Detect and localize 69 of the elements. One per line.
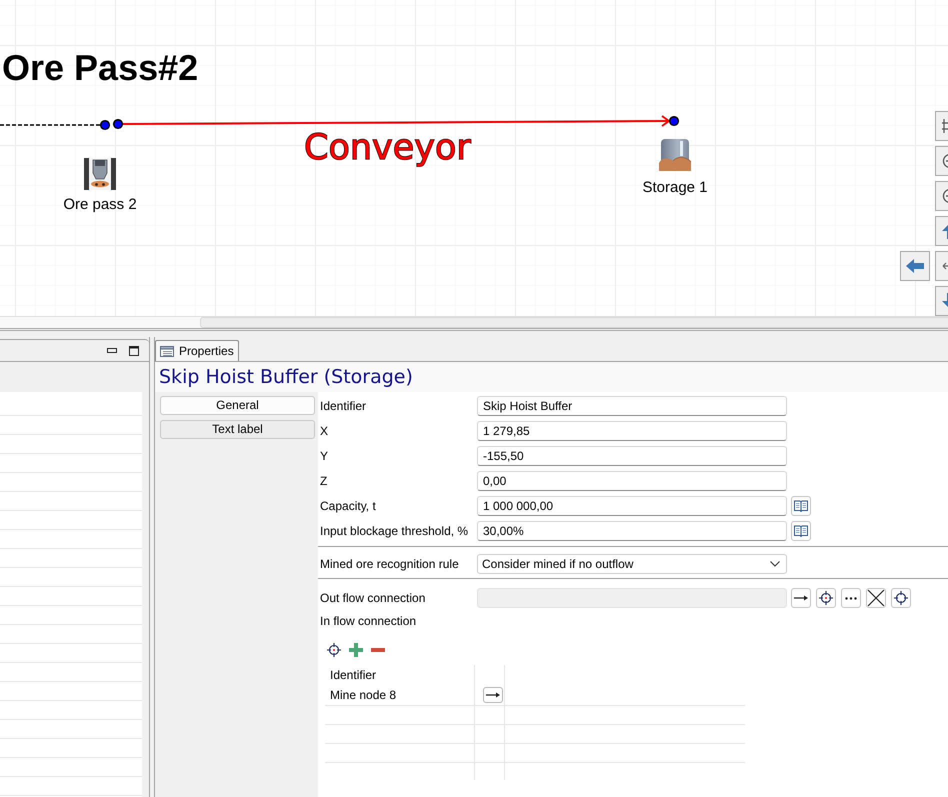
connector-label: Conveyor: [304, 127, 471, 169]
pan-left-button[interactable]: [900, 251, 930, 281]
zoom-out-icon: [942, 188, 948, 204]
arrow-right-icon: [486, 692, 500, 698]
text-field[interactable]: 0,00: [477, 471, 787, 491]
text-field[interactable]: Skip Hoist Buffer: [477, 396, 787, 416]
minus-icon: [371, 648, 385, 652]
diagram-title: Ore Pass#2: [2, 47, 198, 89]
arrow-up-icon: [942, 223, 948, 239]
toolbar-button[interactable]: [935, 146, 948, 176]
cross-icon: [867, 589, 885, 607]
book-icon: [794, 500, 808, 512]
panel-tab[interactable]: Properties: [155, 340, 239, 361]
endpoint-icon: [668, 116, 680, 126]
zoom-out-icon: [942, 153, 948, 169]
book-icon: [794, 525, 808, 537]
endpoint-icon: [100, 120, 110, 130]
browse-button[interactable]: [841, 588, 861, 608]
go-to-button[interactable]: [791, 588, 811, 608]
clear-button[interactable]: [866, 588, 886, 608]
table-cell: Mine node 8: [325, 685, 475, 706]
toolbar-button[interactable]: [935, 216, 948, 246]
field-label: Mined ore recognition rule: [319, 557, 460, 571]
table-icon: [160, 346, 174, 356]
field-label: Capacity, t: [319, 499, 377, 513]
minimize-icon[interactable]: [107, 348, 117, 353]
toolbar-button[interactable]: [935, 251, 948, 281]
section-tab[interactable]: General: [160, 396, 315, 415]
field-label: Input blockage threshold, %: [319, 524, 470, 538]
grid-icon: [942, 118, 948, 134]
locate-button[interactable]: [891, 588, 911, 608]
node-label: Ore pass 2: [63, 196, 137, 213]
pick-button[interactable]: [327, 643, 341, 657]
section-tab[interactable]: Text label: [160, 420, 315, 439]
arrow-down-icon: [942, 293, 948, 309]
node-label: Storage 1: [642, 179, 708, 196]
field-label: Z: [319, 474, 328, 488]
text-field[interactable]: -155,50: [477, 446, 787, 466]
plus-icon: [349, 643, 363, 657]
arrow-right-icon: [794, 595, 808, 601]
target-icon: [819, 591, 833, 605]
field-label: X: [319, 424, 330, 438]
arrow-left-icon: [906, 259, 924, 273]
go-to-button[interactable]: [483, 687, 503, 703]
toolbar-button[interactable]: [935, 111, 948, 141]
toolbar-button[interactable]: [935, 181, 948, 211]
text-field[interactable]: 30,00%: [477, 521, 787, 541]
target-icon: [327, 643, 341, 657]
endpoint-icon: [112, 118, 124, 130]
add-button[interactable]: [349, 643, 363, 657]
field-label: Out flow connection: [319, 591, 426, 605]
ellipsis-icon: [845, 596, 857, 600]
field-label: Y: [319, 449, 330, 463]
maximize-icon[interactable]: [129, 346, 139, 356]
toolbar-button[interactable]: [935, 286, 948, 316]
column-header[interactable]: Identifier: [325, 665, 475, 685]
dropdown[interactable]: Consider mined if no outflow: [477, 554, 787, 574]
storage-bin-icon: [659, 139, 691, 171]
scrollbar-thumb[interactable]: [200, 317, 948, 328]
lookup-button[interactable]: [791, 521, 811, 541]
text-field[interactable]: 1 279,85: [477, 421, 787, 441]
text-field[interactable]: 1 000 000,00: [477, 496, 787, 516]
chute-icon: [84, 158, 116, 190]
field-label: In flow connection: [319, 614, 418, 628]
lookup-button[interactable]: [791, 496, 811, 516]
crosshair-icon: [894, 591, 908, 605]
field-label: Identifier: [319, 399, 368, 413]
object-title: Skip Hoist Buffer (Storage): [159, 366, 413, 388]
chevron-down-icon: [770, 561, 780, 567]
